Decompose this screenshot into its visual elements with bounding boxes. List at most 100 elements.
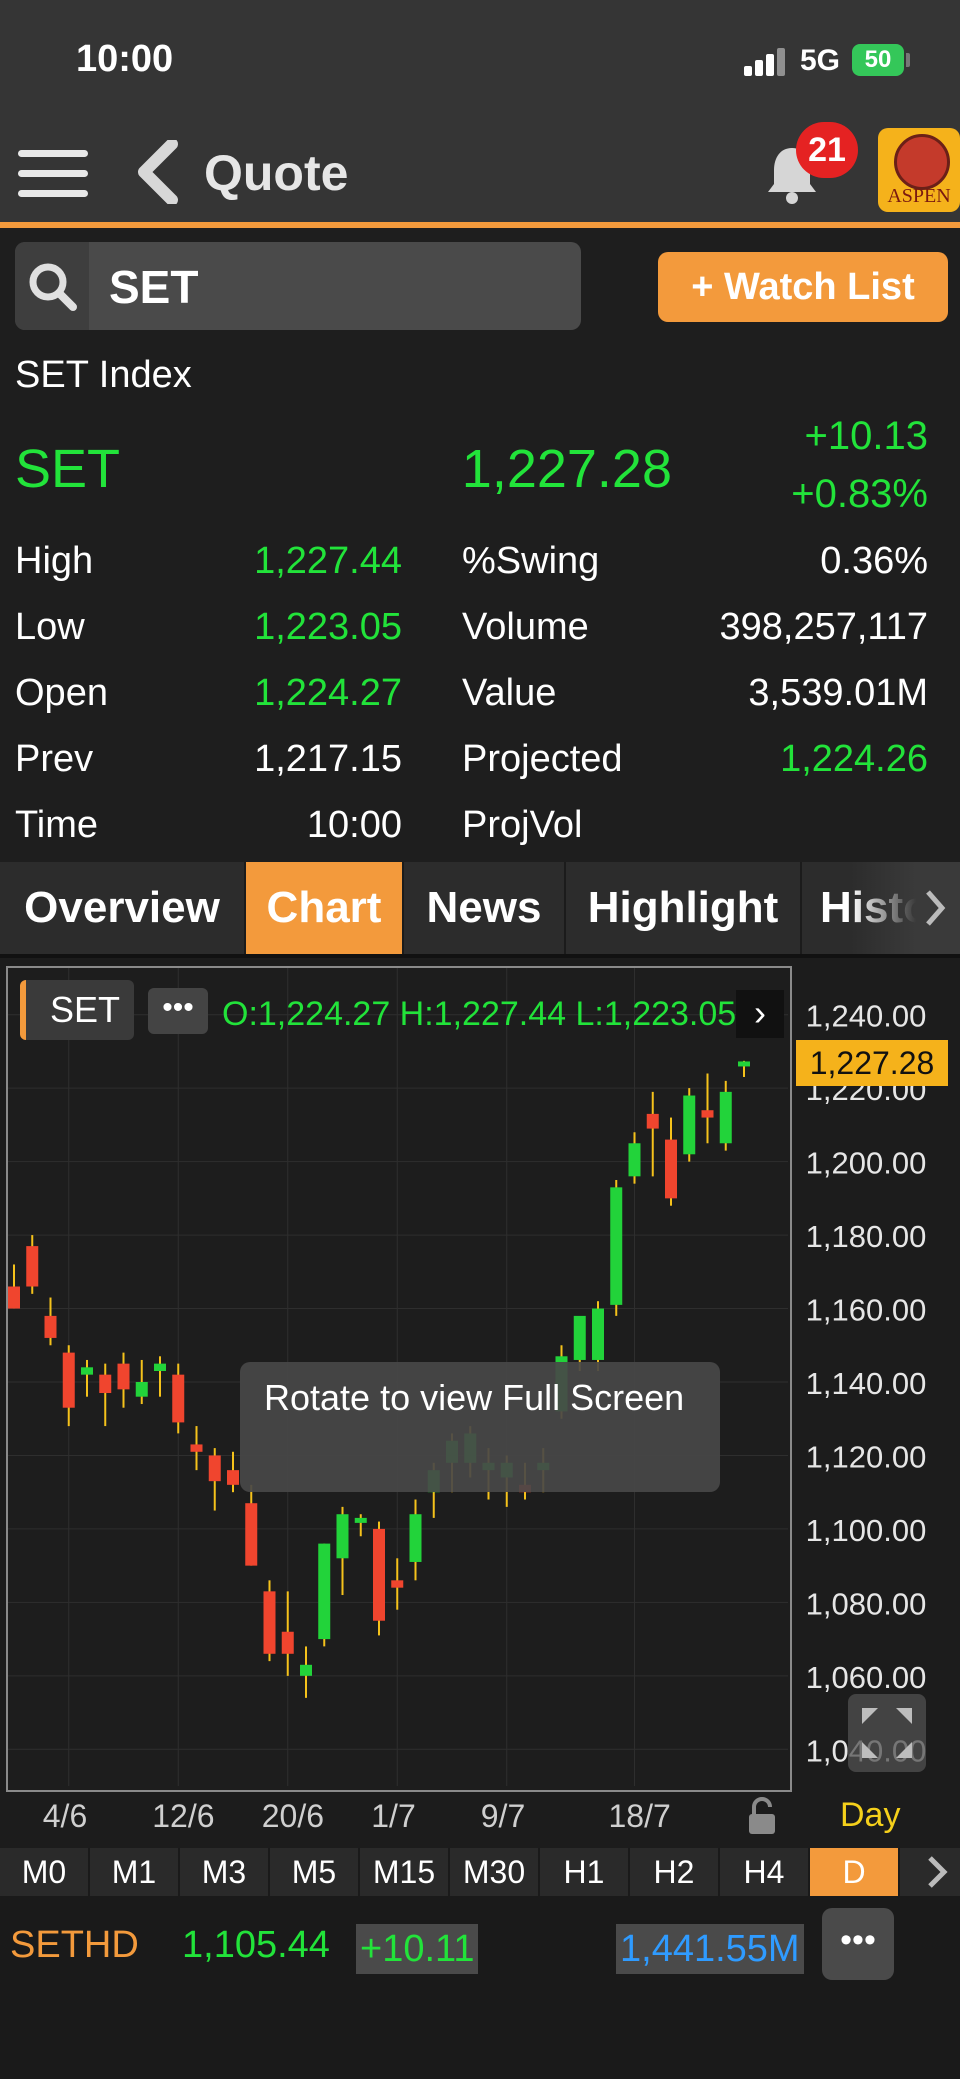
candle[interactable] — [44, 1297, 57, 1346]
chart-area[interactable]: 1,240.00 1,220.00 1,200.00 1,180.00 1,160.00… — [0, 958, 960, 1848]
candle[interactable] — [354, 1514, 367, 1537]
x-tick-label: 4/6 — [42, 1798, 88, 1834]
hamburger-menu-icon[interactable] — [18, 146, 88, 202]
tab-highlight[interactable]: Highlight — [566, 862, 802, 954]
candle-body-down — [701, 1110, 714, 1118]
candle[interactable] — [99, 1363, 112, 1427]
lock-icon[interactable] — [746, 1796, 778, 1836]
candle[interactable] — [373, 1521, 385, 1636]
chart-symbol-label[interactable]: SET — [20, 980, 135, 1040]
candle[interactable] — [154, 1356, 166, 1397]
candle-body-up — [154, 1363, 166, 1371]
y-tick-label: 1,200.00 — [806, 1146, 927, 1181]
timeframe-m15[interactable]: M15 — [360, 1848, 450, 1896]
candle[interactable] — [610, 1180, 623, 1316]
logo-text: ASPEN — [887, 185, 951, 207]
search-box[interactable] — [15, 242, 581, 330]
timeframe-d[interactable]: D — [810, 1848, 900, 1896]
stat-label-low: Low — [15, 606, 85, 648]
candle[interactable] — [117, 1352, 130, 1408]
notification-badge[interactable]: 21 — [796, 122, 858, 178]
candle[interactable] — [245, 1484, 258, 1566]
candle[interactable] — [8, 1264, 20, 1309]
candle[interactable] — [738, 1060, 750, 1077]
y-tick-label: 1,100.00 — [806, 1513, 927, 1548]
stat-value-projected: 1,224.26 — [780, 738, 928, 780]
candle-body-down — [62, 1352, 75, 1408]
last-price-tag: 1,227.28 — [796, 1040, 948, 1086]
timeframe-h1[interactable]: H1 — [540, 1848, 630, 1896]
stat-value-low: 1,223.05 — [254, 606, 402, 648]
candle[interactable] — [135, 1359, 148, 1405]
page-title: Quote — [204, 145, 349, 201]
candle-body-down — [281, 1631, 294, 1654]
legend-expand-button[interactable]: › — [736, 990, 784, 1038]
tab-chart[interactable]: Chart — [246, 862, 404, 954]
y-tick-label: 1,160.00 — [806, 1293, 927, 1328]
add-watchlist-button[interactable]: + Watch List — [658, 252, 948, 322]
candle[interactable] — [227, 1451, 239, 1493]
candle[interactable] — [190, 1426, 203, 1471]
network-type: 5G — [800, 44, 841, 77]
chart-period-label[interactable]: Day — [840, 1796, 900, 1835]
aspen-logo[interactable]: ASPEN — [878, 128, 960, 212]
x-tick-label: 18/7 — [608, 1798, 671, 1834]
x-tick-label: 12/6 — [152, 1798, 215, 1834]
last-price: 1,227.28 — [461, 439, 672, 499]
candle[interactable] — [300, 1646, 312, 1698]
timeframe-h4[interactable]: H4 — [720, 1848, 810, 1896]
candle[interactable] — [665, 1117, 677, 1206]
candle-body-up — [738, 1061, 750, 1067]
back-arrow-icon[interactable] — [134, 140, 180, 204]
stat-label-projvol: ProjVol — [462, 804, 583, 846]
candle-body-down — [263, 1591, 276, 1654]
candle-body-down — [208, 1455, 221, 1482]
candle[interactable] — [281, 1591, 294, 1676]
search-icon — [29, 263, 77, 311]
tab-news[interactable]: News — [404, 862, 566, 954]
candle[interactable] — [318, 1543, 331, 1647]
candle[interactable] — [81, 1359, 93, 1397]
candle[interactable] — [263, 1580, 276, 1662]
ticker-value: 1,441.55M — [616, 1924, 804, 1974]
stat-label-swing: %Swing — [462, 540, 600, 582]
candle[interactable] — [409, 1499, 422, 1581]
stat-value-value: 3,539.01M — [748, 672, 928, 714]
fullscreen-icon[interactable] — [848, 1694, 926, 1772]
candle[interactable] — [701, 1073, 714, 1144]
timeframe-scroll-right[interactable] — [912, 1848, 960, 1896]
stat-value-prev: 1,217.15 — [254, 738, 402, 780]
timeframe-m5[interactable]: M5 — [270, 1848, 360, 1896]
tab-overview[interactable]: Overview — [0, 862, 246, 954]
y-tick-label: 1,180.00 — [806, 1219, 927, 1254]
timeframe-m30[interactable]: M30 — [450, 1848, 540, 1896]
candle[interactable] — [592, 1301, 604, 1371]
chevron-right-icon — [928, 1856, 948, 1888]
index-ticker[interactable]: SETHD 1,105.44 +10.11 1,441.55M ••• — [0, 1896, 960, 2079]
chart-options-button[interactable]: ••• — [148, 988, 208, 1034]
candle[interactable] — [26, 1235, 39, 1294]
stat-label-projected: Projected — [462, 738, 623, 780]
candle[interactable] — [646, 1091, 659, 1177]
ticker-more-button[interactable]: ••• — [822, 1908, 894, 1980]
candle[interactable] — [628, 1132, 641, 1184]
candle[interactable] — [719, 1080, 732, 1151]
x-tick-label: 20/6 — [261, 1798, 325, 1834]
candle-body-down — [117, 1363, 130, 1390]
candle-body-down — [172, 1374, 185, 1423]
candle-body-down — [44, 1315, 57, 1338]
candle[interactable] — [62, 1345, 75, 1427]
timeframe-m0[interactable]: M0 — [0, 1848, 90, 1896]
candle[interactable] — [683, 1088, 696, 1162]
timeframe-h2[interactable]: H2 — [630, 1848, 720, 1896]
candle-body-up — [592, 1308, 604, 1360]
symbol-search-input[interactable] — [107, 254, 571, 320]
tabs-scroll-right[interactable] — [850, 862, 960, 954]
candle[interactable] — [172, 1363, 185, 1434]
candle[interactable] — [336, 1506, 349, 1596]
candle[interactable] — [208, 1448, 221, 1511]
candle-body-up — [628, 1143, 641, 1177]
timeframe-m1[interactable]: M1 — [90, 1848, 180, 1896]
candle-body-up — [610, 1187, 623, 1305]
timeframe-m3[interactable]: M3 — [180, 1848, 270, 1896]
